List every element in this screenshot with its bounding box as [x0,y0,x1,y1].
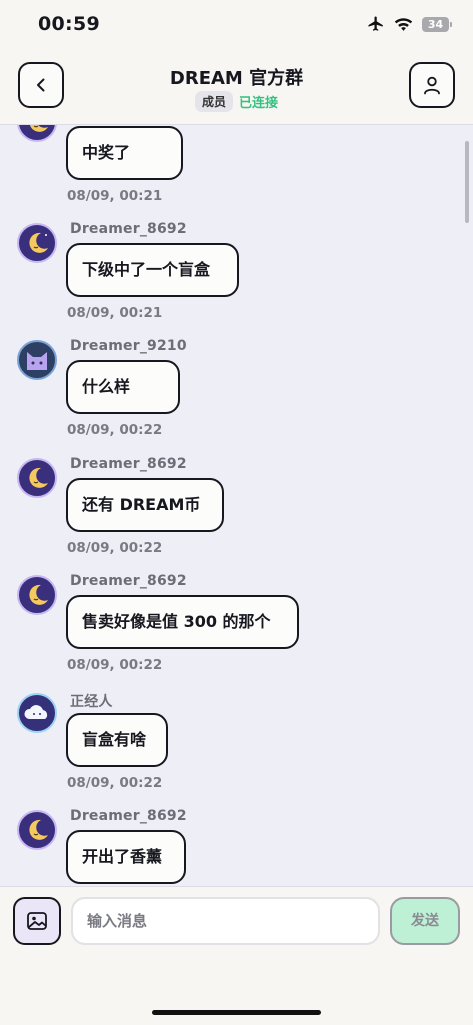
profile-button[interactable] [409,62,455,108]
message-time: 08/09, 00:22 [67,775,163,791]
message-bubble[interactable]: 开出了香薰 [66,830,186,884]
sender-name: Dreamer_8692 [70,456,187,472]
cloud-avatar[interactable] [17,693,57,733]
message-bubble[interactable]: 中奖了 [66,126,183,180]
message-bubble[interactable]: 下级中了一个盲盒 [66,243,239,297]
moon-avatar[interactable] [17,810,57,850]
message-bubble[interactable]: 售卖好像是值 300 的那个 [66,595,299,649]
cat-avatar[interactable] [17,340,57,380]
message-bubble[interactable]: 还有 DREAM币 [66,478,224,532]
message-time: 08/09, 00:21 [67,305,163,321]
message-time: 08/09, 00:22 [67,540,163,556]
message-time: 08/09, 00:22 [67,657,163,673]
sender-name: Dreamer_8692 [70,573,187,589]
role-badge: 成员 [194,91,233,112]
message-input[interactable] [71,897,380,945]
sender-name: Dreamer_9210 [70,338,187,354]
scrollbar-thumb[interactable] [465,141,469,223]
status-bar: 00:59 34 [0,0,473,50]
image-upload-button[interactable] [13,897,61,945]
status-time: 00:59 [38,13,100,35]
connection-status: 已连接 [239,96,279,111]
moon-avatar[interactable] [17,125,57,142]
message-time: 08/09, 00:22 [67,422,163,438]
message-bubble[interactable]: 什么样 [66,360,180,414]
airplane-icon [368,16,383,31]
message-time: 08/09, 00:21 [67,188,163,204]
chat-header: DREAM 官方群 成员 已连接 [0,50,473,125]
home-indicator [152,1010,321,1015]
message-bubble[interactable]: 盲盒有啥 [66,713,168,767]
sender-name: Dreamer_8692 [70,221,187,237]
group-title: DREAM 官方群 [169,68,304,89]
user-icon [424,76,440,95]
message-list[interactable]: 中奖了 08/09, 00:21 Dreamer_8692 下级中了一个盲盒 0… [0,125,473,886]
sender-name: Dreamer_8692 [70,808,187,824]
battery-icon: 34 [422,16,452,32]
send-button[interactable]: 发送 [390,897,460,945]
moon-avatar[interactable] [17,223,57,263]
image-icon [27,912,47,930]
composer-bar: 发送 [0,886,473,1025]
group-subtitle: 成员 已连接 [0,91,473,112]
wifi-icon [394,17,413,31]
moon-avatar[interactable] [17,458,57,498]
status-icons: 34 [367,15,452,33]
moon-avatar[interactable] [17,575,57,615]
sender-name: 正经人 [70,694,113,710]
